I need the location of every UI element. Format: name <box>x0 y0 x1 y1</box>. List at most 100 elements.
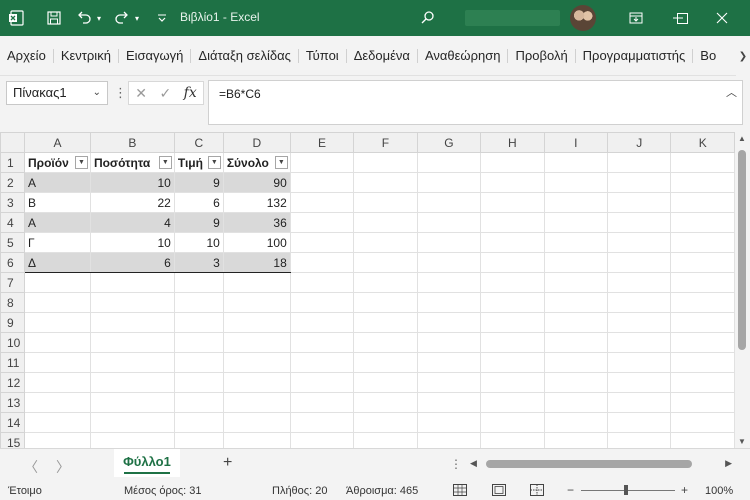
row-header[interactable]: 4 <box>0 212 25 233</box>
cell[interactable] <box>89 372 175 393</box>
row-header[interactable]: 7 <box>0 272 25 293</box>
cell[interactable] <box>222 412 291 433</box>
cell[interactable] <box>606 212 672 233</box>
cell[interactable] <box>23 332 91 353</box>
cell[interactable] <box>670 432 735 448</box>
cell[interactable] <box>353 172 418 193</box>
cell[interactable] <box>670 412 735 433</box>
tab-review[interactable]: Αναθεώρηση <box>418 49 509 63</box>
cell[interactable] <box>543 192 609 213</box>
cell[interactable] <box>416 412 482 433</box>
cell[interactable] <box>289 192 355 213</box>
cell[interactable] <box>606 312 672 333</box>
cell[interactable] <box>23 372 91 393</box>
cell[interactable] <box>353 232 418 253</box>
formula-input[interactable]: =B6*C6 ︿ <box>208 80 743 125</box>
cell[interactable] <box>353 432 418 448</box>
column-header[interactable]: D <box>222 132 291 153</box>
cell[interactable] <box>353 252 418 273</box>
cell[interactable]: 9 <box>173 172 224 193</box>
cell[interactable] <box>23 432 91 448</box>
cell[interactable] <box>222 272 291 293</box>
collapse-formula-bar-icon[interactable]: ︿ <box>726 84 737 100</box>
cell[interactable] <box>89 272 175 293</box>
cell[interactable] <box>543 312 609 333</box>
cell[interactable] <box>23 352 91 373</box>
cell[interactable] <box>353 272 418 293</box>
cell[interactable] <box>670 352 735 373</box>
cell[interactable] <box>670 392 735 413</box>
cell[interactable]: A <box>23 172 91 193</box>
filter-dropdown-icon[interactable]: ▼ <box>274 156 288 169</box>
cell[interactable] <box>173 312 224 333</box>
row-header[interactable]: 3 <box>0 192 25 213</box>
cell[interactable]: 36 <box>222 212 291 233</box>
save-icon[interactable] <box>44 8 64 28</box>
cell[interactable] <box>480 172 545 193</box>
cell[interactable] <box>353 192 418 213</box>
cell[interactable] <box>353 352 418 373</box>
cell[interactable] <box>89 432 175 448</box>
column-header[interactable]: H <box>480 132 545 153</box>
cell[interactable] <box>289 372 355 393</box>
cell[interactable] <box>670 332 735 353</box>
cell[interactable] <box>416 192 482 213</box>
cell[interactable] <box>543 152 609 173</box>
cell[interactable] <box>416 252 482 273</box>
cell[interactable] <box>670 312 735 333</box>
cell[interactable]: 9 <box>173 212 224 233</box>
row-header[interactable]: 6 <box>0 252 25 273</box>
column-header[interactable]: G <box>416 132 482 153</box>
cell[interactable] <box>670 172 735 193</box>
filter-dropdown-icon[interactable]: ▼ <box>74 156 88 169</box>
zoom-out-icon[interactable]: − <box>567 483 574 497</box>
select-all-corner[interactable] <box>0 132 25 153</box>
confirm-entry-icon[interactable]: ✓ <box>159 85 171 102</box>
cell[interactable] <box>543 352 609 373</box>
cell[interactable]: 3 <box>173 252 224 273</box>
cell[interactable]: 18 <box>222 252 291 273</box>
maximize-icon[interactable] <box>672 8 692 28</box>
status-average[interactable]: Μέσος όρος: 31 <box>124 485 201 497</box>
cell[interactable] <box>480 312 545 333</box>
cell[interactable] <box>173 412 224 433</box>
cell[interactable] <box>416 152 482 173</box>
cell[interactable] <box>606 332 672 353</box>
cell[interactable] <box>480 232 545 253</box>
page-layout-view-icon[interactable] <box>492 484 506 496</box>
cell[interactable] <box>480 272 545 293</box>
redo-dropdown-icon[interactable]: ▾ <box>132 8 142 28</box>
cell[interactable] <box>289 272 355 293</box>
cell[interactable] <box>670 232 735 253</box>
tab-data[interactable]: Δεδομένα <box>347 49 418 63</box>
vertical-scrollbar[interactable]: ▲ ▼ <box>735 132 750 448</box>
undo-dropdown-icon[interactable]: ▾ <box>94 8 104 28</box>
cell[interactable] <box>416 352 482 373</box>
row-header[interactable]: 10 <box>0 332 25 353</box>
ribbon-scroll-right-icon[interactable]: ❯ <box>736 36 750 76</box>
cell[interactable] <box>480 432 545 448</box>
cell[interactable] <box>670 192 735 213</box>
prev-sheet-icon[interactable]: 〈 <box>24 457 38 477</box>
scroll-right-icon[interactable]: ▶ <box>725 458 732 469</box>
table-header-cell[interactable]: Σύνολο ▼ <box>222 152 291 173</box>
tab-home[interactable]: Κεντρική <box>54 49 119 63</box>
ribbon-display-options-icon[interactable] <box>626 8 646 28</box>
column-header[interactable]: E <box>289 132 355 153</box>
cell[interactable] <box>670 292 735 313</box>
cell[interactable] <box>543 292 609 313</box>
cell[interactable] <box>289 292 355 313</box>
cell[interactable] <box>606 252 672 273</box>
cell[interactable] <box>89 312 175 333</box>
name-box[interactable]: Πίνακας1 ⌄ <box>6 81 108 105</box>
cell[interactable] <box>416 372 482 393</box>
cell[interactable] <box>670 252 735 273</box>
tab-view[interactable]: Προβολή <box>508 49 576 63</box>
row-header[interactable]: 9 <box>0 312 25 333</box>
cell[interactable] <box>222 352 291 373</box>
cell[interactable] <box>606 172 672 193</box>
cell[interactable] <box>289 332 355 353</box>
undo-icon[interactable] <box>74 8 94 28</box>
cell[interactable] <box>353 152 418 173</box>
cell[interactable] <box>480 352 545 373</box>
